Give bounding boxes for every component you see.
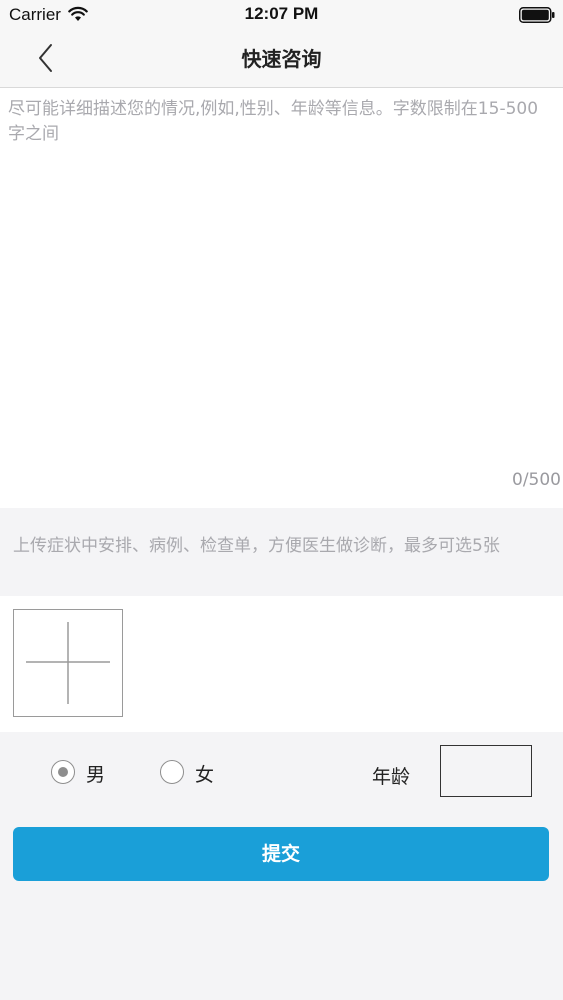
radio-checked-icon	[51, 760, 75, 784]
gender-label-female: 女	[195, 764, 215, 786]
navigation-bar: 快速咨询	[0, 30, 563, 88]
battery-icon	[519, 7, 555, 23]
upload-hint-text: 上传症状中安排、病例、检查单，方便医生做诊断，最多可选5张	[13, 536, 500, 556]
age-input[interactable]	[440, 745, 532, 797]
gender-age-row: 男 女 年龄	[0, 742, 563, 804]
description-placeholder: 尽可能详细描述您的情况,例如,性别、年龄等信息。字数限制在15-500字之间	[8, 99, 539, 144]
submit-button[interactable]: 提交	[13, 827, 549, 881]
page-title: 快速咨询	[241, 47, 322, 71]
radio-unchecked-icon	[160, 760, 184, 784]
age-label: 年龄	[372, 766, 411, 788]
add-photo-button[interactable]	[13, 609, 123, 717]
gender-label-male: 男	[86, 764, 106, 786]
status-time: 12:07 PM	[244, 4, 319, 23]
photo-upload-area	[0, 596, 563, 732]
status-bar: Carrier 12:07 PM	[0, 0, 563, 30]
description-textarea[interactable]: 尽可能详细描述您的情况,例如,性别、年龄等信息。字数限制在15-500字之间 0…	[0, 88, 563, 508]
character-counter: 0/500	[512, 470, 561, 490]
plus-icon	[26, 622, 110, 704]
